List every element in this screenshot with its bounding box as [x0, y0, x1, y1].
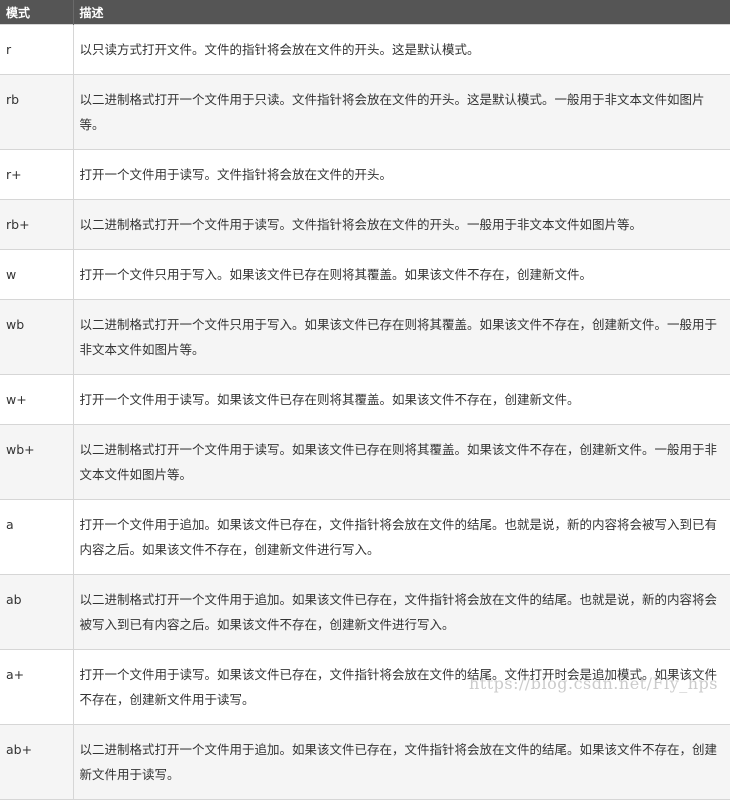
mode-cell: a+ [0, 649, 74, 725]
table-row: rb+ 以二进制格式打开一个文件用于读写。文件指针将会放在文件的开头。一般用于非… [0, 199, 730, 250]
mode-cell: rb [0, 74, 74, 150]
table-row: r 以只读方式打开文件。文件的指针将会放在文件的开头。这是默认模式。 [0, 24, 730, 75]
mode-cell: wb [0, 299, 74, 375]
description-cell: 打开一个文件只用于写入。如果该文件已存在则将其覆盖。如果该文件不存在，创建新文件… [72, 249, 730, 300]
table-header-row: 模式 描述 [0, 0, 730, 25]
watermark: https://blog.csdn.net/Fly_hps [468, 674, 718, 693]
description-cell: 以二进制格式打开一个文件用于读写。文件指针将会放在文件的开头。一般用于非文本文件… [72, 199, 730, 250]
header-mode: 模式 [0, 0, 73, 25]
table-row: wb+ 以二进制格式打开一个文件用于读写。如果该文件已存在则将其覆盖。如果该文件… [0, 424, 730, 500]
description-cell: 打开一个文件用于读写。如果该文件已存在则将其覆盖。如果该文件不存在，创建新文件。 [72, 374, 730, 425]
mode-cell: w+ [0, 374, 74, 425]
mode-cell: rb+ [0, 199, 74, 250]
description-cell: 以二进制格式打开一个文件用于追加。如果该文件已存在，文件指针将会放在文件的结尾。… [72, 724, 730, 800]
mode-cell: r [0, 24, 74, 75]
header-description: 描述 [72, 0, 730, 25]
description-cell: 打开一个文件用于读写。文件指针将会放在文件的开头。 [72, 149, 730, 200]
mode-cell: a [0, 499, 74, 575]
mode-cell: w [0, 249, 74, 300]
table-row: w+ 打开一个文件用于读写。如果该文件已存在则将其覆盖。如果该文件不存在，创建新… [0, 374, 730, 425]
table-row: ab 以二进制格式打开一个文件用于追加。如果该文件已存在，文件指针将会放在文件的… [0, 574, 730, 650]
description-cell: 以只读方式打开文件。文件的指针将会放在文件的开头。这是默认模式。 [72, 24, 730, 75]
table-row: a 打开一个文件用于追加。如果该文件已存在，文件指针将会放在文件的结尾。也就是说… [0, 499, 730, 575]
description-cell: 以二进制格式打开一个文件只用于写入。如果该文件已存在则将其覆盖。如果该文件不存在… [72, 299, 730, 375]
description-cell: 以二进制格式打开一个文件用于读写。如果该文件已存在则将其覆盖。如果该文件不存在，… [72, 424, 730, 500]
description-cell: 打开一个文件用于追加。如果该文件已存在，文件指针将会放在文件的结尾。也就是说，新… [72, 499, 730, 575]
description-cell: 以二进制格式打开一个文件用于追加。如果该文件已存在，文件指针将会放在文件的结尾。… [72, 574, 730, 650]
table-row: ab+ 以二进制格式打开一个文件用于追加。如果该文件已存在，文件指针将会放在文件… [0, 724, 730, 800]
table-row: wb 以二进制格式打开一个文件只用于写入。如果该文件已存在则将其覆盖。如果该文件… [0, 299, 730, 375]
table-row: r+ 打开一个文件用于读写。文件指针将会放在文件的开头。 [0, 149, 730, 200]
mode-cell: ab+ [0, 724, 74, 800]
mode-cell: ab [0, 574, 74, 650]
table-row: rb 以二进制格式打开一个文件用于只读。文件指针将会放在文件的开头。这是默认模式… [0, 74, 730, 150]
mode-cell: wb+ [0, 424, 74, 500]
table-row: w 打开一个文件只用于写入。如果该文件已存在则将其覆盖。如果该文件不存在，创建新… [0, 249, 730, 300]
description-cell: 以二进制格式打开一个文件用于只读。文件指针将会放在文件的开头。这是默认模式。一般… [72, 74, 730, 150]
mode-cell: r+ [0, 149, 74, 200]
